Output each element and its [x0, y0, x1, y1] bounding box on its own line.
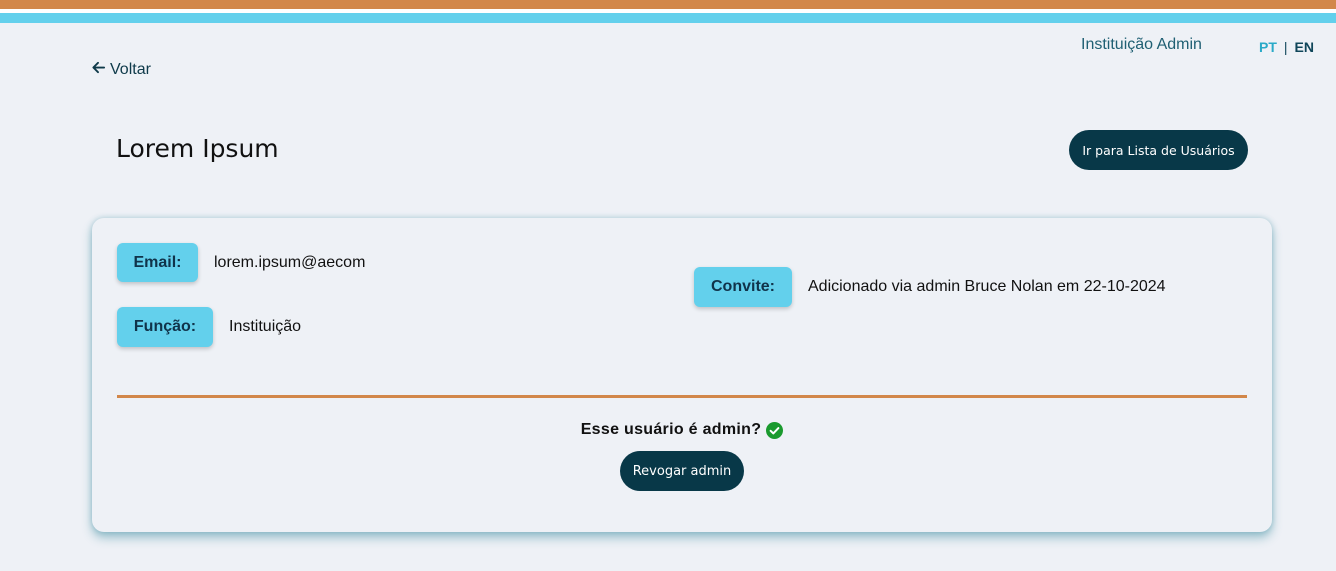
go-to-user-list-button[interactable]: Ir para Lista de Usuários — [1069, 130, 1248, 170]
invite-value: Adicionado via admin Bruce Nolan em 22-1… — [808, 278, 1166, 295]
admin-status-row: Esse usuário é admin? — [92, 421, 1272, 439]
admin-question-label: Esse usuário é admin? — [580, 421, 762, 438]
email-label-chip: Email: — [117, 243, 198, 282]
page-title: Lorem Ipsum — [116, 134, 279, 163]
lang-pt-option[interactable]: PT — [1259, 39, 1277, 55]
revoke-admin-button[interactable]: Revogar admin — [620, 451, 744, 491]
user-details-card: Email: lorem.ipsum@aecom Função: Institu… — [92, 218, 1272, 532]
back-link[interactable]: Voltar — [91, 60, 151, 80]
back-link-label: Voltar — [110, 61, 151, 78]
email-value: lorem.ipsum@aecom — [214, 254, 366, 271]
invite-label-chip: Convite: — [694, 267, 792, 307]
language-switcher: PT | EN — [1259, 39, 1314, 55]
role-value: Instituição — [229, 318, 302, 335]
section-divider — [117, 395, 1247, 398]
top-stripe-blue — [0, 13, 1336, 23]
current-user-label: Instituição Admin — [1081, 36, 1202, 53]
top-stripe-orange — [0, 0, 1336, 9]
role-label-chip: Função: — [117, 307, 213, 347]
arrow-left-icon — [91, 60, 106, 80]
check-circle-icon — [766, 421, 784, 439]
lang-en-option[interactable]: EN — [1295, 39, 1314, 55]
lang-separator: | — [1283, 39, 1288, 55]
